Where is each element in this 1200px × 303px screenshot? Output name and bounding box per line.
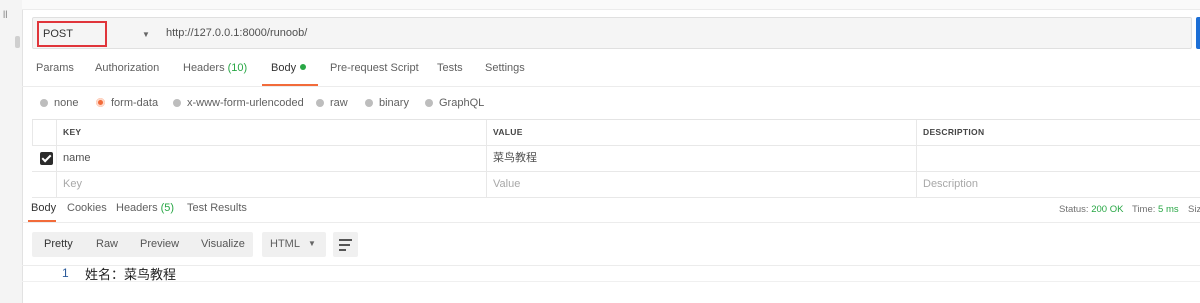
tab-label: Headers <box>116 202 158 214</box>
body-modified-dot-icon <box>300 64 307 70</box>
response-tabs-divider <box>22 222 1200 223</box>
radio-label: binary <box>379 97 409 109</box>
status-label: Status: <box>1059 204 1089 215</box>
response-headers-count: (5) <box>160 202 175 214</box>
radio-label: raw <box>330 97 348 109</box>
view-preview-button[interactable]: Preview <box>140 238 179 250</box>
format-dropdown-icon: ▼ <box>308 239 316 248</box>
view-visualize-button[interactable]: Visualize <box>201 238 245 250</box>
table-header-row: KEY VALUE DESCRIPTION <box>32 120 1200 146</box>
radio-label: x-www-form-urlencoded <box>187 97 304 109</box>
tab-authorization[interactable]: Authorization <box>95 62 159 74</box>
time-readout: Time: 5 ms <box>1132 204 1179 215</box>
tab-label: Pre-request Script <box>330 62 419 74</box>
time-label: Time: <box>1132 204 1156 215</box>
headers-count: (10) <box>227 62 248 74</box>
sidebar-scrollbar[interactable] <box>15 36 20 48</box>
time-value: 5 ms <box>1158 204 1179 215</box>
size-readout: Siz <box>1188 204 1200 215</box>
wrap-line <box>339 244 350 246</box>
wrap-lines-icon[interactable] <box>333 232 358 257</box>
method-label: POST <box>43 28 73 40</box>
checkbox-column-header <box>32 120 56 145</box>
response-tab-headers[interactable]: Headers (5) <box>116 202 174 214</box>
radio-binary[interactable]: binary <box>365 97 409 109</box>
row-checkbox-cell <box>32 146 56 171</box>
radio-label: GraphQL <box>439 97 485 109</box>
radio-x-www-form-urlencoded[interactable]: x-www-form-urlencoded <box>173 97 304 109</box>
format-select[interactable]: HTML ▼ <box>262 232 326 257</box>
new-row-checkbox-cell <box>32 172 56 197</box>
new-value-input[interactable]: Value <box>486 172 916 197</box>
tab-label: Authorization <box>95 62 160 74</box>
tabs-divider <box>22 86 1200 87</box>
radio-form-data[interactable]: form-data <box>96 97 158 109</box>
radio-icon <box>40 99 48 107</box>
radio-icon <box>316 99 324 107</box>
new-key-input[interactable]: Key <box>56 172 486 197</box>
table-row-new: Key Value Description <box>32 172 1200 198</box>
new-description-input[interactable]: Description <box>916 172 1200 197</box>
url-input[interactable]: http://127.0.0.1:8000/runoob/ <box>166 27 307 39</box>
value-column-header: VALUE <box>486 120 916 145</box>
radio-graphql[interactable]: GraphQL <box>425 97 484 109</box>
form-data-table: KEY VALUE DESCRIPTION name 菜鸟教程 Key Valu… <box>32 119 1200 198</box>
line-number: 1 <box>62 266 69 280</box>
row-value-input[interactable]: 菜鸟教程 <box>486 146 916 171</box>
tab-label: Params <box>36 62 74 74</box>
request-bar: POST ▼ http://127.0.0.1:8000/runoob/ <box>32 17 1192 49</box>
tab-body[interactable]: Body <box>271 62 307 74</box>
radio-raw[interactable]: raw <box>316 97 348 109</box>
tab-settings[interactable]: Settings <box>485 62 525 74</box>
row-enabled-checkbox[interactable] <box>40 152 53 165</box>
tab-params[interactable]: Params <box>36 62 74 74</box>
radio-icon <box>173 99 181 107</box>
sidebar-collapse-mark[interactable]: ll <box>3 10 7 21</box>
wrap-line <box>339 239 352 241</box>
left-sidebar-strip: ll <box>0 0 23 303</box>
radio-label: none <box>54 97 79 109</box>
radio-label: form-data <box>111 97 159 109</box>
tab-label: Headers <box>183 62 225 74</box>
view-pretty-button[interactable]: Pretty <box>44 238 73 250</box>
tab-label: Tests <box>437 62 463 74</box>
method-select[interactable]: POST <box>37 21 107 47</box>
format-label: HTML <box>270 238 300 250</box>
key-column-header: KEY <box>56 120 486 145</box>
code-divider <box>22 265 1200 266</box>
table-row: name 菜鸟教程 <box>32 146 1200 172</box>
radio-selected-icon <box>96 98 105 107</box>
response-tab-cookies[interactable]: Cookies <box>67 202 107 214</box>
top-tab-strip <box>22 0 1200 10</box>
view-mode-bar: Pretty Raw Preview Visualize <box>32 232 253 257</box>
tab-label: Body <box>271 62 297 74</box>
radio-none[interactable]: none <box>40 97 78 109</box>
view-raw-button[interactable]: Raw <box>96 238 118 250</box>
status-value: 200 OK <box>1091 204 1124 215</box>
response-tab-test-results[interactable]: Test Results <box>187 202 247 214</box>
status-readout: Status: 200 OK <box>1059 204 1123 215</box>
code-bottom-divider <box>22 281 1200 282</box>
wrap-line <box>339 249 346 251</box>
tab-headers[interactable]: Headers (10) <box>183 62 247 74</box>
row-key-input[interactable]: name <box>56 146 486 171</box>
row-description-input[interactable] <box>916 146 1200 171</box>
method-dropdown-icon[interactable]: ▼ <box>142 30 150 39</box>
tab-pre-request-script[interactable]: Pre-request Script <box>330 62 419 74</box>
tab-tests[interactable]: Tests <box>437 62 463 74</box>
send-button[interactable] <box>1196 17 1200 49</box>
radio-icon <box>425 99 433 107</box>
response-tab-body[interactable]: Body <box>31 202 56 214</box>
radio-icon <box>365 99 373 107</box>
tab-label: Settings <box>485 62 525 74</box>
description-column-header: DESCRIPTION <box>916 120 1200 145</box>
